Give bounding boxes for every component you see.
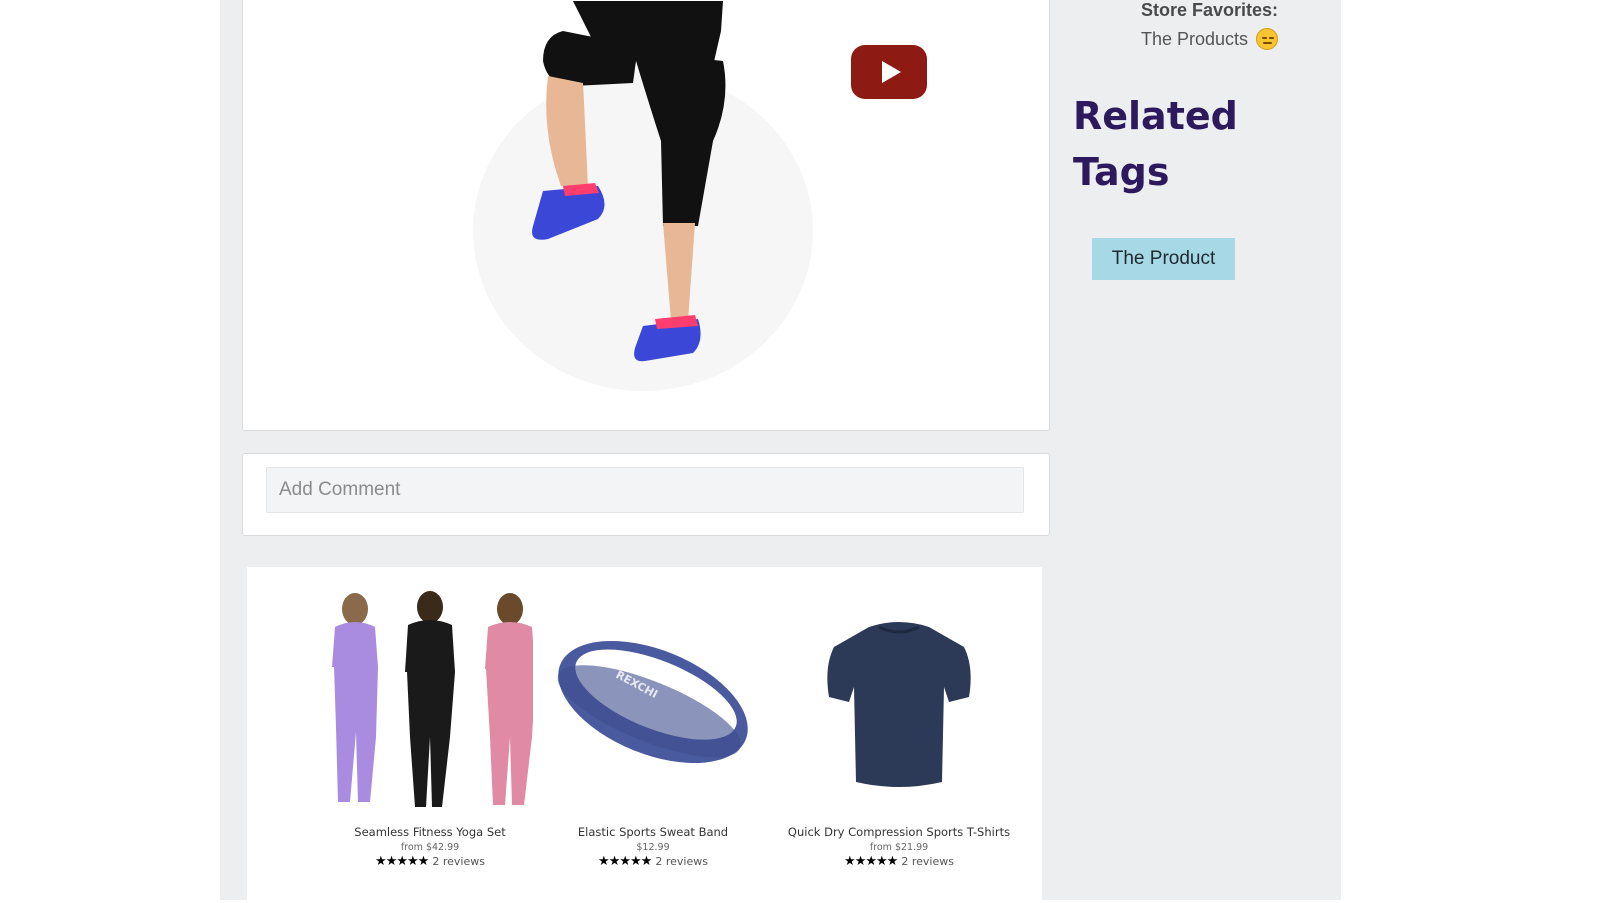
product-card[interactable]: Seamless Fitness Yoga Set from $42.99 ★★… xyxy=(310,587,550,869)
product-price: from $21.99 xyxy=(869,842,929,853)
product-name[interactable]: Elastic Sports Sweat Band xyxy=(533,825,773,839)
smiley-emoji-icon xyxy=(1256,28,1279,50)
product-image[interactable] xyxy=(779,587,1019,817)
product-card[interactable]: Quick Dry Compression Sports T-Shirts fr… xyxy=(779,587,1019,869)
product-price: from $42.99 xyxy=(400,842,460,853)
store-favorites-item[interactable]: The Products xyxy=(1141,28,1279,50)
product-rating: ★★★★★ 2 reviews xyxy=(310,854,550,869)
star-rating-icon: ★★★★★ xyxy=(598,854,652,869)
play-icon xyxy=(881,61,901,83)
star-rating-icon: ★★★★★ xyxy=(375,854,429,869)
review-count[interactable]: 2 reviews xyxy=(432,855,485,868)
store-favorites-link[interactable]: The Products xyxy=(1141,29,1248,50)
related-products-card: Seamless Fitness Yoga Set from $42.99 ★★… xyxy=(247,567,1042,903)
review-count[interactable]: 2 reviews xyxy=(655,855,708,868)
product-name[interactable]: Quick Dry Compression Sports T-Shirts xyxy=(779,825,1019,839)
star-rating-icon: ★★★★★ xyxy=(844,854,898,869)
store-favorites-title: Store Favorites: xyxy=(1141,0,1279,20)
product-name[interactable]: Seamless Fitness Yoga Set xyxy=(310,825,550,839)
tag-the-product[interactable]: The Product xyxy=(1092,238,1235,280)
product-price: $12.99 xyxy=(636,842,670,853)
product-card[interactable]: REXCHI Elastic Sports Sweat Band $12.99 … xyxy=(533,587,773,869)
related-tags-title: Related Tags xyxy=(1073,94,1238,194)
add-comment-input[interactable] xyxy=(266,467,1024,513)
comment-card xyxy=(242,453,1050,536)
review-count[interactable]: 2 reviews xyxy=(901,855,954,868)
play-button[interactable] xyxy=(851,45,927,99)
product-rating: ★★★★★ 2 reviews xyxy=(779,854,1019,869)
video-thumbnail xyxy=(243,0,1049,430)
video-card xyxy=(242,0,1050,431)
product-rating: ★★★★★ 2 reviews xyxy=(533,854,773,869)
product-image[interactable] xyxy=(310,587,550,817)
product-image[interactable]: REXCHI xyxy=(533,587,773,817)
